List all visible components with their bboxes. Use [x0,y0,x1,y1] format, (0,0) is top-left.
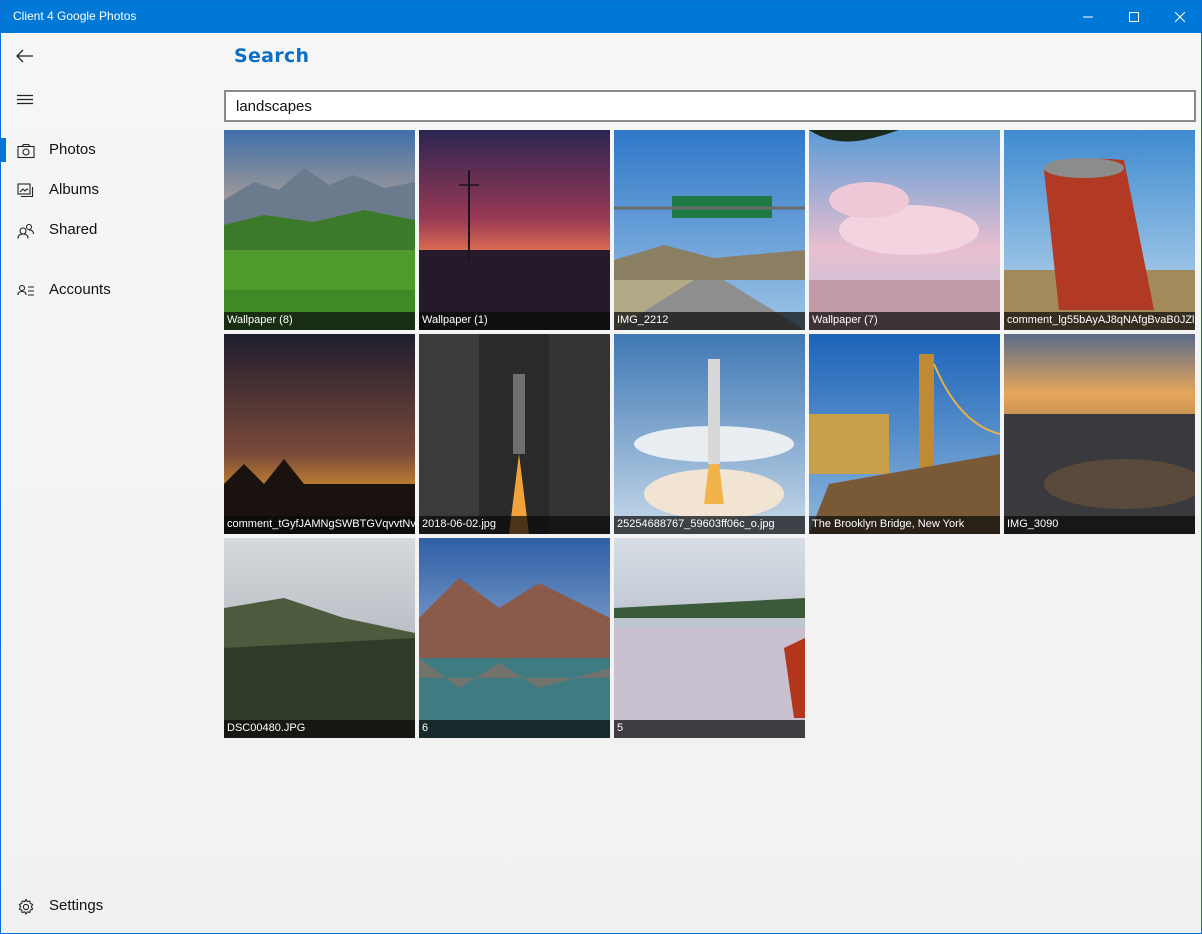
photo-thumbnail [224,130,415,330]
photo-thumbnail [1004,334,1195,534]
contact-list-icon [17,284,34,296]
photo-caption: comment_tGyfJAMNgSWBTGVqvvtNvEn [224,516,415,534]
photo-caption: IMG_3090 [1004,516,1195,534]
people-icon [17,223,35,239]
photo-tile[interactable]: comment_tGyfJAMNgSWBTGVqvvtNvEn [224,334,415,534]
search-input[interactable] [224,90,1196,122]
arrow-left-icon [16,49,33,63]
photo-caption: Wallpaper (1) [419,312,610,330]
photo-caption: The Brooklyn Bridge, New York [809,516,1000,534]
photo-thumbnail [419,334,610,534]
photo-thumbnail [614,334,805,534]
hamburger-icon [17,94,33,105]
photo-thumbnail [419,130,610,330]
minimize-icon [1083,16,1093,18]
photo-caption: Wallpaper (7) [809,312,1000,330]
photo-thumbnail [419,538,610,738]
photo-tile[interactable]: IMG_2212 [614,130,805,330]
maximize-button[interactable] [1111,1,1157,33]
photo-caption: DSC00480.JPG [224,720,415,738]
photo-caption: 6 [419,720,610,738]
photo-tile[interactable]: The Brooklyn Bridge, New York [809,334,1000,534]
nav-item-label: Shared [49,221,98,238]
albums-icon [17,183,34,198]
photo-caption: comment_lg55bAyAJ8qNAfgBvaB0JZlEd [1004,312,1195,330]
photo-tile[interactable]: 25254688767_59603ff06c_o.jpg [614,334,805,534]
photo-caption: IMG_2212 [614,312,805,330]
photo-thumbnail [809,334,1000,534]
menu-button[interactable] [9,85,41,115]
nav-item-settings[interactable]: Settings [1,887,211,927]
nav-item-shared[interactable]: Shared [1,211,211,251]
nav-item-label: Settings [49,897,104,914]
camera-icon [17,143,35,159]
photo-tile[interactable]: Wallpaper (7) [809,130,1000,330]
nav-item-label: Accounts [49,281,111,298]
photo-thumbnail [614,130,805,330]
title-bar: Client 4 Google Photos [1,1,1201,33]
photo-tile[interactable]: IMG_3090 [1004,334,1195,534]
close-icon [1175,12,1185,22]
photo-tile[interactable]: Wallpaper (1) [419,130,610,330]
nav-item-accounts[interactable]: Accounts [1,271,211,311]
photo-thumbnail [614,538,805,738]
photo-caption: 2018-06-02.jpg [419,516,610,534]
nav-item-label: Albums [49,181,100,198]
photo-tile[interactable]: DSC00480.JPG [224,538,415,738]
photo-caption: 25254688767_59603ff06c_o.jpg [614,516,805,534]
app-window: Client 4 Google Photos Photos Albums Sha… [0,0,1202,934]
minimize-button[interactable] [1065,1,1111,33]
photo-caption: Wallpaper (8) [224,312,415,330]
back-button[interactable] [9,41,41,71]
photo-tile[interactable]: 6 [419,538,610,738]
photo-thumbnail [1004,130,1195,330]
maximize-icon [1129,12,1139,22]
photo-grid: Wallpaper (8) Wallpaper (1) IMG_2212 Wal… [224,130,1196,738]
photo-thumbnail [224,538,415,738]
gear-icon [18,898,34,916]
photo-thumbnail [224,334,415,534]
nav-item-albums[interactable]: Albums [1,171,211,211]
nav-item-photos[interactable]: Photos [1,131,211,171]
photo-tile[interactable]: Wallpaper (8) [224,130,415,330]
photo-tile[interactable]: 2018-06-02.jpg [419,334,610,534]
window-title: Client 4 Google Photos [13,9,137,23]
photo-thumbnail [809,130,1000,330]
photo-tile[interactable]: comment_lg55bAyAJ8qNAfgBvaB0JZlEd [1004,130,1195,330]
close-button[interactable] [1157,1,1201,33]
page-title: Search [234,45,310,67]
photo-tile[interactable]: 5 [614,538,805,738]
nav-item-label: Photos [49,141,96,158]
photo-caption: 5 [614,720,805,738]
